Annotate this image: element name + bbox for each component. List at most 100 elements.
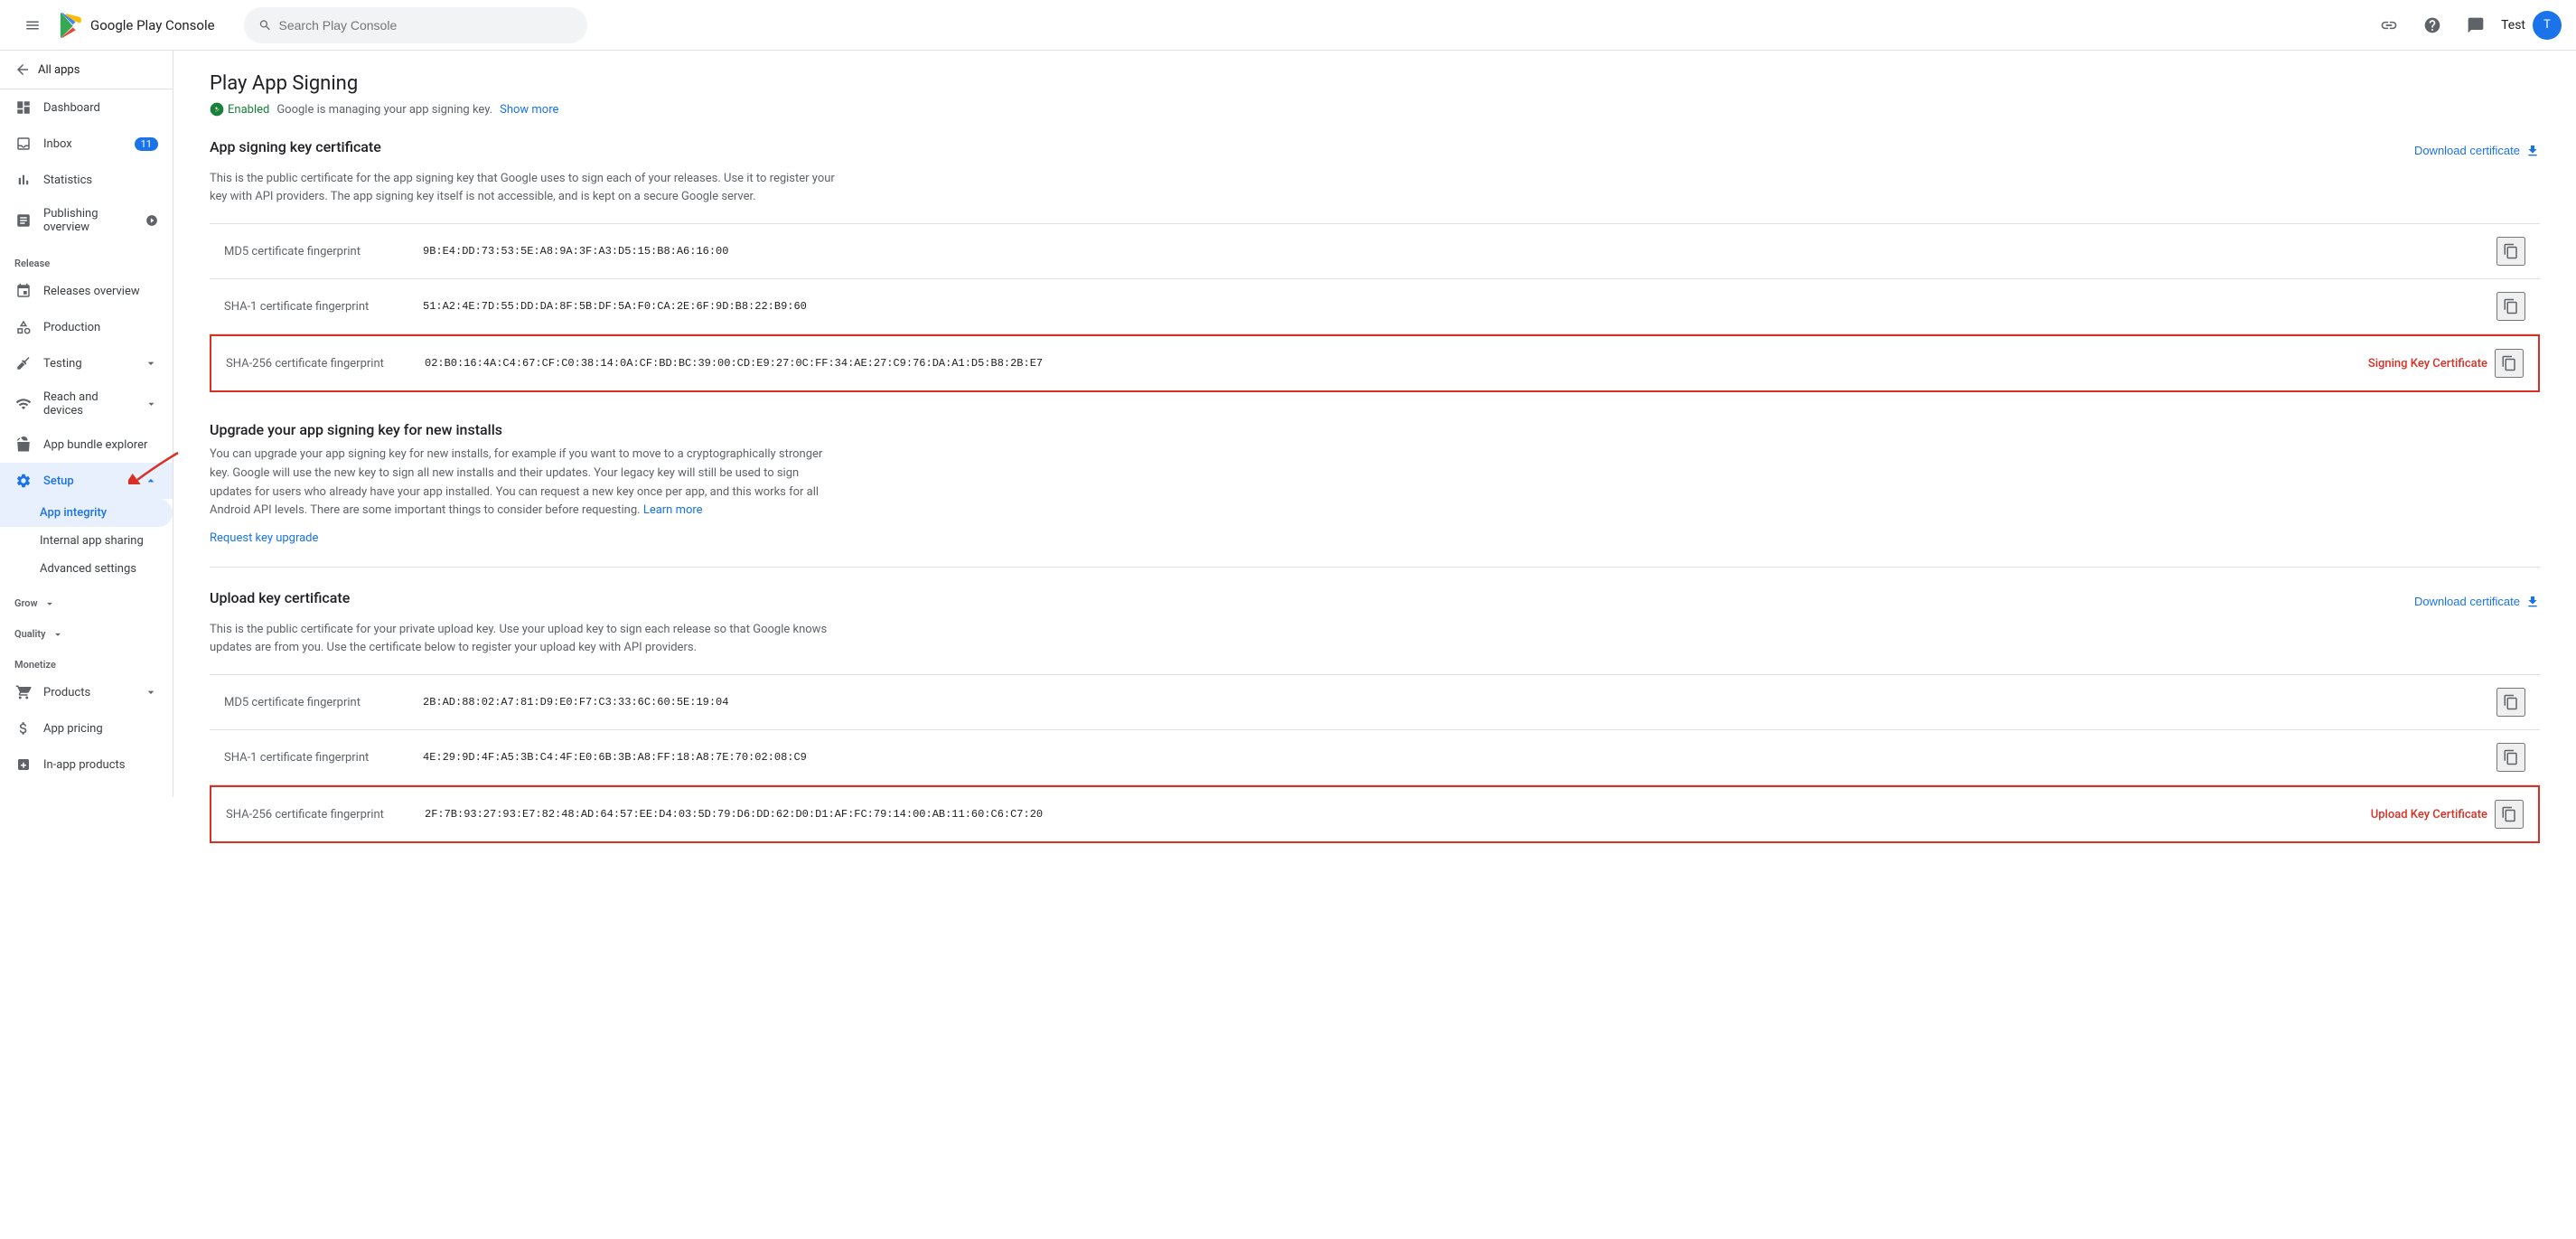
sidebar-item-dashboard[interactable]: Dashboard [0,89,173,126]
sidebar-item-releases-overview[interactable]: Releases overview [0,273,173,309]
sidebar-sub-item-internal-sharing[interactable]: Internal app sharing [0,527,173,555]
copy-icon-3 [2501,355,2517,371]
sha1-value: 51:A2:4E:7D:55:DD:DA:8F:5B:DF:5A:F0:CA:2… [423,300,2489,313]
upload-sha256-row: SHA-256 certificate fingerprint 2F:7B:93… [210,785,2540,843]
sidebar-item-app-bundle[interactable]: App bundle explorer [0,427,173,463]
menu-button[interactable] [14,7,51,43]
production-label: Production [43,321,100,334]
app-pricing-label: App pricing [43,722,103,736]
publishing-overview-label: Publishing overview [43,207,135,234]
copy-upload-sha256-button[interactable] [2495,800,2524,829]
link-button[interactable] [2371,7,2407,43]
setup-icon [14,472,33,490]
download-upload-cert-button[interactable]: Download certificate [2414,595,2540,609]
logo-link[interactable]: Google Play Console [58,13,215,38]
copy-upload-md5-button[interactable] [2496,688,2525,717]
logo-icon [58,13,83,38]
md5-label: MD5 certificate fingerprint [224,245,423,258]
user-name-text: Test [2501,18,2525,33]
header: Google Play Console Test T [0,0,2576,51]
copy-icon-4 [2503,694,2519,710]
quality-section-label: Quality [0,614,173,644]
sidebar-item-production[interactable]: Production [0,309,173,345]
upload-key-description: This is the public certificate for your … [210,621,842,656]
upload-key-title: Upload key certificate [210,589,350,606]
app-signing-title: App signing key certificate [210,138,381,155]
copy-icon-2 [2503,298,2519,314]
copy-upload-sha1-button[interactable] [2496,743,2525,772]
sidebar-item-publishing-overview[interactable]: Publishing overview [0,198,173,243]
in-app-icon [14,756,33,774]
upload-md5-value: 2B:AD:88:02:A7:81:D9:E0:F7:C3:33:6C:60:5… [423,696,2489,709]
download-icon [2525,144,2540,158]
back-icon [14,61,31,78]
main-content: Play App Signing Enabled Google is manag… [173,51,2576,1239]
inbox-label: Inbox [43,137,72,151]
app-bundle-label: App bundle explorer [43,438,147,452]
testing-label: Testing [43,357,82,371]
copy-md5-button[interactable] [2496,237,2525,266]
enabled-text: Enabled [228,103,269,117]
copy-sha1-button[interactable] [2496,292,2525,321]
upload-md5-label: MD5 certificate fingerprint [224,696,423,709]
products-label: Products [43,686,90,699]
upload-sha256-value: 2F:7B:93:27:93:E7:82:48:AD:64:57:EE:D4:0… [425,808,2356,821]
copy-icon [2503,243,2519,259]
copy-icon-6 [2501,806,2517,822]
in-app-products-label: In-app products [43,758,125,772]
search-input[interactable] [279,18,573,33]
upload-key-cert-rows: MD5 certificate fingerprint 2B:AD:88:02:… [210,674,2540,843]
app-signing-description: This is the public certificate for the a… [210,170,842,205]
sidebar-item-products[interactable]: Products [0,674,173,710]
grow-section-label: Grow [0,583,173,614]
sidebar-item-app-pricing[interactable]: App pricing [0,710,173,746]
sidebar-item-in-app-products[interactable]: In-app products [0,746,173,783]
dashboard-label: Dashboard [43,101,100,115]
help-button[interactable] [2414,7,2450,43]
setup-label: Setup [43,474,74,488]
learn-more-link[interactable]: Learn more [643,503,703,517]
publishing-icon-extra [145,213,158,228]
md5-value: 9B:E4:DD:73:53:5E:A8:9A:3F:A3:D5:15:B8:A… [423,245,2489,258]
upload-sha256-label: SHA-256 certificate fingerprint [226,808,425,821]
sidebar: All apps Dashboard Inbox 11 Statisti [0,51,173,797]
setup-expand-icon [144,474,158,488]
testing-expand-icon [144,356,158,371]
search-container [244,7,587,43]
sidebar-item-testing[interactable]: Testing [0,345,173,381]
sidebar-item-setup[interactable]: Setup [0,463,173,499]
sidebar-item-inbox[interactable]: Inbox 11 [0,126,173,162]
app-integrity-label: App integrity [40,506,107,520]
sidebar-item-statistics[interactable]: Statistics [0,162,173,198]
sidebar-sub-item-app-integrity[interactable]: App integrity [0,499,173,527]
inbox-badge: 11 [135,137,158,151]
reach-expand-icon [145,397,158,411]
header-actions: Test T [2371,7,2562,43]
enabled-icon [210,102,224,117]
copy-sha256-button[interactable] [2495,349,2524,378]
dashboard-icon [14,99,33,117]
app-signing-sha256-row: SHA-256 certificate fingerprint 02:B0:16… [210,334,2540,392]
products-icon [14,683,33,701]
sidebar-sub-item-advanced-settings[interactable]: Advanced settings [0,555,173,583]
page-subtitle: Enabled Google is managing your app sign… [210,102,2540,117]
app-signing-md5-row: MD5 certificate fingerprint 9B:E4:DD:73:… [210,223,2540,279]
upgrade-title: Upgrade your app signing key for new ins… [210,421,2540,438]
avatar[interactable]: T [2533,11,2562,40]
help-icon [2423,16,2441,34]
upload-sha1-value: 4E:29:9D:4F:A5:3B:C4:4F:E0:6B:3B:A8:FF:1… [423,751,2489,764]
statistics-icon [14,171,33,189]
request-upgrade-link[interactable]: Request key upgrade [210,531,318,545]
internal-sharing-label: Internal app sharing [40,534,144,548]
download-icon-2 [2525,595,2540,609]
advanced-settings-label: Advanced settings [40,562,136,576]
all-apps-nav[interactable]: All apps [0,51,173,89]
messages-button[interactable] [2458,7,2494,43]
show-more-link[interactable]: Show more [500,103,558,117]
logo-text: Google Play Console [90,17,215,33]
search-icon [258,18,272,33]
divider [210,567,2540,568]
testing-icon [14,354,33,372]
download-signing-cert-button[interactable]: Download certificate [2414,144,2540,158]
sidebar-item-reach-devices[interactable]: Reach and devices [0,381,173,427]
